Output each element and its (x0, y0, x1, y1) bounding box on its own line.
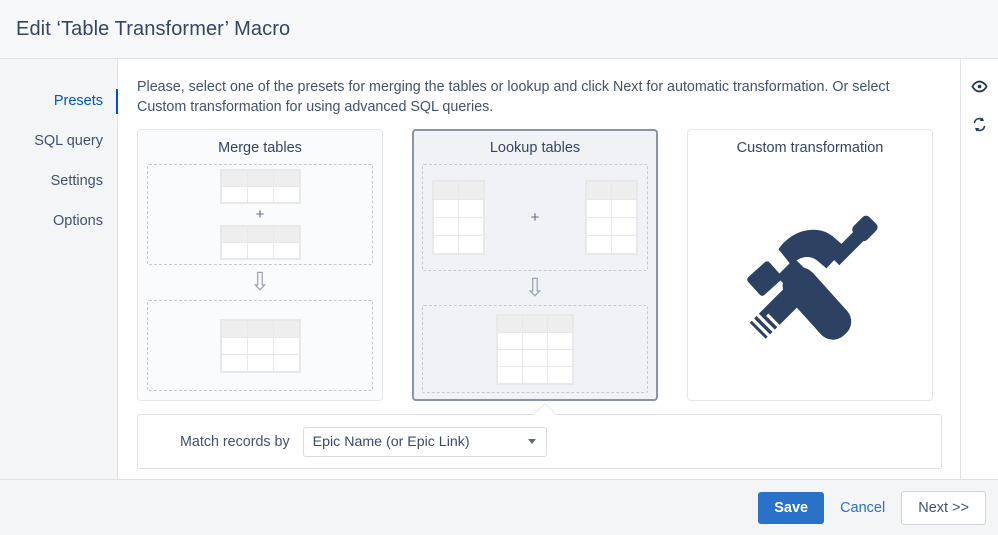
match-records-select[interactable]: Epic Name (or Epic Link) (302, 426, 547, 457)
merge-arrow-row: ⇩ (147, 265, 373, 299)
preset-card-title: Custom transformation (736, 140, 884, 156)
sidebar-item-label: SQL query (34, 133, 103, 149)
lookup-input-zone: + (422, 164, 648, 271)
instruction-text: Please, select one of the presets for me… (137, 79, 890, 115)
main-panel: Please, select one of the presets for me… (118, 59, 960, 479)
down-arrow-icon: ⇩ (524, 273, 546, 302)
sidebar-item-label: Presets (53, 93, 103, 109)
plus-symbol: + (530, 209, 540, 226)
lookup-arrow-row: ⇩ (422, 271, 648, 305)
preset-card-list: Merge tables + ⇩ Lookup tables + ⇩ Custo… (137, 129, 942, 401)
mini-table-input-a (219, 169, 301, 204)
right-toolbar (960, 59, 998, 479)
sidebar-item-label: Settings (50, 173, 103, 189)
save-button[interactable]: Save (758, 491, 825, 524)
refresh-icon (973, 116, 986, 132)
macro-editor-dialog: Edit ‘Table Transformer’ Macro Presets S… (0, 0, 998, 535)
sidebar-item-settings[interactable]: Settings (0, 161, 117, 201)
lookup-output-zone (422, 305, 648, 393)
page-title: Edit ‘Table Transformer’ Macro (16, 17, 291, 40)
sidebar-item-sql-query[interactable]: SQL query (0, 121, 117, 161)
dialog-header: Edit ‘Table Transformer’ Macro (0, 0, 998, 59)
merge-input-zone: + (147, 164, 373, 265)
panel-caret-fill (533, 404, 557, 416)
hammer-screwdriver-icon (746, 215, 878, 340)
eye-icon (971, 80, 988, 92)
refresh-button[interactable] (967, 111, 993, 137)
preset-card-title: Merge tables (218, 140, 302, 156)
next-button[interactable]: Next >> (901, 490, 986, 525)
dialog-body: Presets SQL query Settings Options Pleas… (0, 59, 998, 479)
preset-card-title: Lookup tables (489, 140, 581, 156)
down-arrow-icon: ⇩ (249, 267, 271, 296)
preset-card-custom-transformation[interactable]: Custom transformation (687, 129, 933, 401)
cancel-button[interactable]: Cancel (838, 496, 887, 520)
preset-card-merge-tables[interactable]: Merge tables + ⇩ (137, 129, 383, 401)
match-records-label: Match records by (180, 433, 290, 450)
mini-table-input-b (219, 225, 301, 260)
plus-symbol: + (255, 206, 265, 223)
mini-table-input-a (431, 180, 485, 255)
preview-button[interactable] (967, 73, 993, 99)
preset-card-lookup-tables[interactable]: Lookup tables + ⇩ (412, 129, 658, 401)
match-records-panel: Match records by Epic Name (or Epic Link… (137, 403, 942, 469)
merge-output-zone (147, 300, 373, 391)
sidebar-item-options[interactable]: Options (0, 201, 117, 241)
dialog-footer: Save Cancel Next >> (0, 479, 998, 535)
match-records-selected-value: Epic Name (or Epic Link) (312, 433, 470, 450)
sidebar-item-label: Options (53, 213, 103, 229)
sidebar: Presets SQL query Settings Options (0, 59, 118, 479)
mini-table-output (496, 313, 574, 385)
chevron-down-icon (527, 439, 536, 444)
mini-table-input-b (585, 180, 639, 255)
hammer-screwdriver-icon-wrap (697, 164, 923, 391)
sidebar-item-presets[interactable]: Presets (0, 81, 118, 121)
mini-table-output (219, 318, 301, 373)
